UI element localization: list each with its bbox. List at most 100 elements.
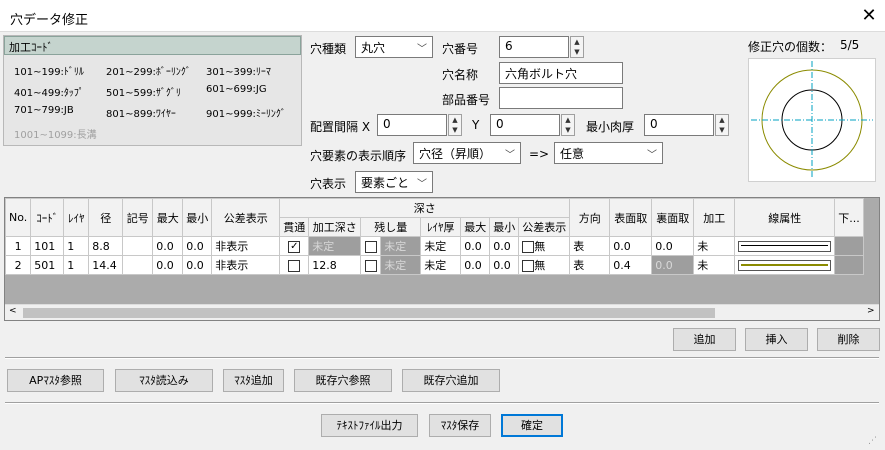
cell-code[interactable]: 501 [30,255,65,275]
cell-layer-thickness[interactable]: 未定 [420,255,462,275]
scroll-thumb[interactable] [23,308,715,318]
cell-depth-min[interactable]: 0.0 [489,236,520,256]
hole-no-spinner[interactable]: ▲ ▼ [570,36,584,58]
col-max[interactable]: 最大 [152,198,184,237]
cell-depth-min[interactable]: 0.0 [489,255,520,275]
cell-diameter[interactable]: 8.8 [88,236,124,256]
cell-more[interactable] [834,255,864,275]
pitch-y-spinner[interactable]: ▲ ▼ [561,114,575,136]
col-tolerance[interactable]: 公差表示 [211,198,281,237]
master-load-button[interactable]: ﾏｽﾀ読込み [115,369,213,392]
cell-tolerance[interactable]: 非表示 [211,236,281,256]
pitch-x-spinner[interactable]: ▲ ▼ [448,114,462,136]
through-checkbox[interactable] [288,259,301,272]
cell-more[interactable] [834,236,864,256]
cell-symbol[interactable] [122,236,154,256]
cell-layer-thickness[interactable]: 未定 [420,236,462,256]
cell-back-chamfer[interactable]: 0.0 [651,236,695,256]
cell-min[interactable]: 0.0 [182,255,213,275]
spin-down-icon[interactable]: ▼ [571,47,583,57]
cell-remain[interactable]: 未定 [380,255,422,275]
text-file-output-button[interactable]: ﾃｷｽﾄﾌｧｲﾙ出力 [321,414,418,437]
line-swatch[interactable] [738,259,832,271]
cell-process[interactable]: 未 [693,255,736,275]
scroll-right-icon[interactable]: > [867,306,875,316]
cell-direction[interactable]: 表 [569,255,611,275]
cell-face-chamfer[interactable]: 0.4 [609,255,653,275]
col-direction[interactable]: 方向 [569,198,611,237]
order2-select[interactable]: 任意 ﹀ [554,142,663,164]
table-row[interactable]: 1 101 1 8.8 0.0 0.0 非表示 ✓ 未定 未定 未定 0.0 0… [5,236,864,256]
table-row[interactable]: 2 501 1 14.4 0.0 0.0 非表示 12.8 未定 未定 0.0 … [5,255,864,275]
hole-type-select[interactable]: 丸穴 ﹀ [355,36,433,58]
cell-depth-tolerance[interactable]: 無 [518,236,571,256]
scroll-left-icon[interactable]: < [9,306,17,316]
col-code[interactable]: ｺｰﾄﾞ [30,198,65,237]
col-depth-max[interactable]: 最大 [460,217,491,237]
cell-remain[interactable]: 未定 [380,236,422,256]
min-thickness-spinner[interactable]: ▲ ▼ [715,114,729,136]
pitch-x-input[interactable]: 0 [377,114,447,136]
spin-up-icon[interactable]: ▲ [571,37,583,47]
tolerance-checkbox[interactable] [522,260,535,272]
cell-machining-depth[interactable]: 未定 [308,236,362,256]
cell-code[interactable]: 101 [30,236,65,256]
cell-layer[interactable]: 1 [63,255,90,275]
cell-through[interactable] [279,255,310,275]
cell-face-chamfer[interactable]: 0.0 [609,236,653,256]
add-button[interactable]: 追加 [673,328,736,351]
cell-depth-max[interactable]: 0.0 [460,236,491,256]
master-save-button[interactable]: ﾏｽﾀ保存 [429,414,491,437]
close-icon[interactable]: ✕ [856,4,882,28]
hole-name-input[interactable]: 六角ボルト穴 [499,62,623,84]
col-back-chamfer[interactable]: 裏面取 [651,198,695,237]
col-symbol[interactable]: 記号 [122,198,154,237]
cell-remain-check[interactable] [360,236,382,256]
tolerance-checkbox[interactable] [522,241,535,253]
horizontal-scrollbar[interactable]: < > [5,304,879,320]
insert-button[interactable]: 挿入 [745,328,808,351]
col-depth-tolerance[interactable]: 公差表示 [518,217,571,237]
cell-line-attr[interactable] [734,255,836,275]
hole-no-input[interactable]: 6 [499,36,569,58]
spin-down-icon[interactable]: ▼ [562,125,574,135]
col-layer[interactable]: ﾚｲﾔ [63,198,90,237]
min-thickness-input[interactable]: 0 [644,114,714,136]
display-select[interactable]: 要素ごと ﹀ [355,171,433,193]
through-checkbox[interactable]: ✓ [288,240,301,253]
spin-up-icon[interactable]: ▲ [449,115,461,125]
cell-direction[interactable]: 表 [569,236,611,256]
cell-max[interactable]: 0.0 [152,236,184,256]
pitch-y-input[interactable]: 0 [490,114,560,136]
cell-line-attr[interactable] [734,236,836,256]
cell-tolerance[interactable]: 非表示 [211,255,281,275]
existing-hole-add-button[interactable]: 既存穴追加 [402,369,500,392]
line-swatch[interactable] [738,240,832,252]
cell-back-chamfer[interactable]: 0.0 [651,255,695,275]
remain-checkbox[interactable] [364,259,377,272]
spin-up-icon[interactable]: ▲ [562,115,574,125]
resize-grip-icon[interactable]: ⋰ [868,436,877,446]
ap-master-ref-button[interactable]: APﾏｽﾀ参照 [7,369,104,392]
confirm-button[interactable]: 確定 [501,414,563,437]
col-face-chamfer[interactable]: 表面取 [609,198,653,237]
spin-down-icon[interactable]: ▼ [716,125,728,135]
cell-through[interactable]: ✓ [279,236,310,256]
master-add-button[interactable]: ﾏｽﾀ追加 [223,369,284,392]
spin-up-icon[interactable]: ▲ [716,115,728,125]
col-depth-min[interactable]: 最小 [489,217,520,237]
col-line-attr[interactable]: 線属性 [734,198,836,237]
cell-no[interactable]: 2 [5,255,32,275]
col-process[interactable]: 加工 [693,198,736,237]
cell-depth-tolerance[interactable]: 無 [518,255,571,275]
col-no[interactable]: No. [5,198,32,237]
cell-remain-check[interactable] [360,255,382,275]
remain-checkbox[interactable] [364,240,377,253]
cell-symbol[interactable] [122,255,154,275]
col-remain[interactable]: 残し量 [360,217,422,237]
cell-machining-depth[interactable]: 12.8 [308,255,362,275]
cell-diameter[interactable]: 14.4 [88,255,124,275]
spin-down-icon[interactable]: ▼ [449,125,461,135]
cell-no[interactable]: 1 [5,236,32,256]
col-machining-depth[interactable]: 加工深さ [308,217,362,237]
